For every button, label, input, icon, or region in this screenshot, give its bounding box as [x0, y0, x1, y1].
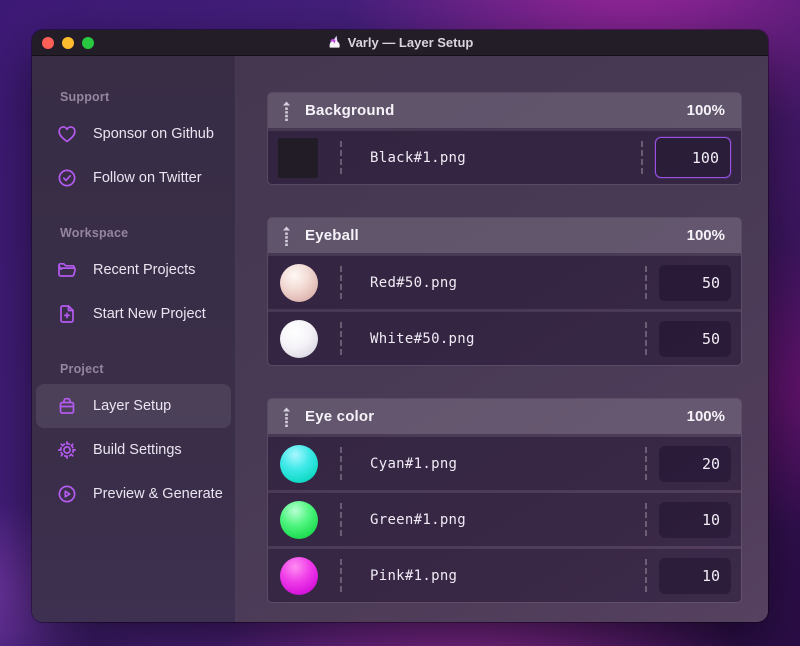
layer-weight-input[interactable]: [655, 137, 731, 178]
dashed-divider: [641, 141, 643, 174]
layer-weight-input[interactable]: [659, 264, 731, 301]
layer-row[interactable]: Red#50.png: [268, 256, 741, 309]
layer-group-name: Eye color: [305, 408, 375, 425]
layer-group-header[interactable]: Background 100%: [268, 93, 741, 128]
layer-thumbnail-white-sphere: [280, 319, 318, 358]
layer-group-header[interactable]: Eye color 100%: [268, 399, 741, 434]
dashed-divider: [645, 447, 647, 480]
dashed-divider: [645, 266, 647, 299]
sidebar-item-label: Preview & Generate: [93, 486, 223, 502]
sidebar-item-sponsor-github[interactable]: Sponsor on Github: [36, 112, 231, 156]
sidebar-item-layer-setup[interactable]: Layer Setup: [36, 384, 231, 428]
layer-row[interactable]: Black#1.png: [268, 131, 741, 184]
layer-group-weight: 100%: [686, 102, 725, 119]
dashed-divider: [340, 266, 342, 299]
window-content: Support Sponsor on Github Follow on Twit…: [32, 56, 768, 622]
traffic-lights: [42, 36, 94, 49]
minimize-button[interactable]: [62, 36, 74, 49]
dashed-divider: [340, 141, 342, 174]
file-plus-icon: [56, 303, 78, 325]
layer-group-background: Background 100% Black#1.png: [268, 93, 741, 184]
layer-group-name: Background: [305, 102, 395, 119]
heart-icon: [56, 123, 78, 145]
layer-filename: Red#50.png: [370, 274, 458, 291]
layer-weight-input[interactable]: [659, 501, 731, 538]
layer-group-eye-color: Eye color 100% Cyan#1.png Green#1.png: [268, 399, 741, 602]
sidebar: Support Sponsor on Github Follow on Twit…: [32, 56, 236, 622]
layer-group-eyeball: Eyeball 100% Red#50.png White#50.png: [268, 218, 741, 365]
layer-filename: White#50.png: [370, 330, 475, 347]
layer-row[interactable]: Cyan#1.png: [268, 437, 741, 490]
gear-icon: [56, 439, 78, 461]
layer-row[interactable]: White#50.png: [268, 312, 741, 365]
sidebar-item-label: Sponsor on Github: [93, 126, 214, 142]
layers-box-icon: [56, 395, 78, 417]
dashed-divider: [645, 322, 647, 355]
layer-filename: Green#1.png: [370, 511, 467, 528]
dashed-divider: [340, 503, 342, 536]
layer-group-weight: 100%: [686, 227, 725, 244]
drag-handle-icon[interactable]: [281, 101, 292, 121]
unicorn-app-icon: [327, 35, 342, 50]
layer-group-weight: 100%: [686, 408, 725, 425]
sidebar-section-support: Support: [60, 90, 110, 104]
drag-handle-icon[interactable]: [281, 407, 292, 427]
layer-thumbnail-black: [278, 137, 318, 178]
maximize-button[interactable]: [82, 36, 94, 49]
layer-filename: Cyan#1.png: [370, 455, 458, 472]
dashed-divider: [645, 503, 647, 536]
layer-weight-input[interactable]: [659, 557, 731, 594]
sidebar-item-label: Layer Setup: [93, 398, 172, 414]
dashed-divider: [340, 447, 342, 480]
sidebar-item-recent-projects[interactable]: Recent Projects: [36, 248, 231, 292]
sidebar-item-label: Recent Projects: [93, 262, 196, 278]
layer-filename: Black#1.png: [370, 149, 467, 166]
window-title: Varly — Layer Setup: [32, 35, 768, 50]
folder-icon: [56, 259, 78, 281]
sidebar-item-build-settings[interactable]: Build Settings: [36, 428, 231, 472]
dashed-divider: [340, 322, 342, 355]
titlebar: Varly — Layer Setup: [32, 30, 768, 56]
layer-row[interactable]: Green#1.png: [268, 493, 741, 546]
sidebar-item-label: Build Settings: [93, 442, 182, 458]
dashed-divider: [340, 559, 342, 592]
check-badge-icon: [56, 167, 78, 189]
layer-row[interactable]: Pink#1.png: [268, 549, 741, 602]
sidebar-section-workspace: Workspace: [60, 226, 129, 240]
layer-filename: Pink#1.png: [370, 567, 458, 584]
sidebar-item-label: Start New Project: [93, 306, 206, 322]
layers-panel: Background 100% Black#1.png 100 Eyeball …: [236, 56, 768, 622]
sidebar-item-follow-twitter[interactable]: Follow on Twitter: [36, 156, 231, 200]
layer-thumbnail-pink-sphere: [280, 556, 318, 595]
layer-weight-input[interactable]: [659, 320, 731, 357]
dashed-divider: [645, 559, 647, 592]
layer-group-name: Eyeball: [305, 227, 359, 244]
layer-thumbnail-cyan-sphere: [280, 444, 318, 483]
close-button[interactable]: [42, 36, 54, 49]
layer-thumbnail-green-sphere: [280, 500, 318, 539]
window-title-text: Varly — Layer Setup: [347, 35, 474, 50]
layer-group-header[interactable]: Eyeball 100%: [268, 218, 741, 253]
sidebar-item-label: Follow on Twitter: [93, 170, 202, 186]
layer-weight-input[interactable]: [659, 445, 731, 482]
play-circle-icon: [56, 483, 78, 505]
layer-thumbnail-red-sphere: [280, 263, 318, 302]
sidebar-section-project: Project: [60, 362, 104, 376]
app-window: Varly — Layer Setup Support Sponsor on G…: [32, 30, 768, 622]
sidebar-item-preview-generate[interactable]: Preview & Generate: [36, 472, 231, 516]
drag-handle-icon[interactable]: [281, 226, 292, 246]
sidebar-item-start-new-project[interactable]: Start New Project: [36, 292, 231, 336]
